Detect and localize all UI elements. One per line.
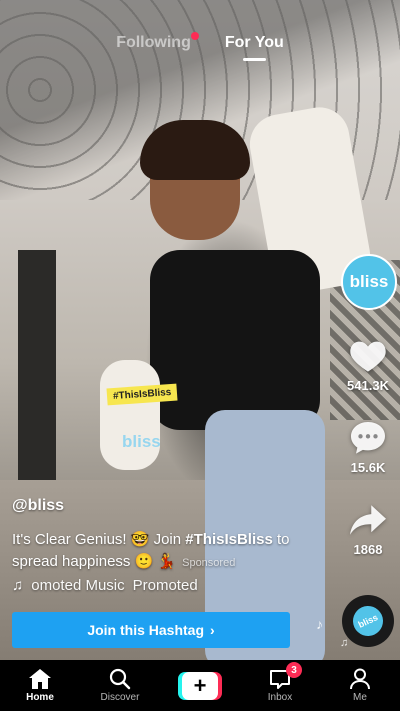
share-button[interactable]: 1868 — [340, 502, 396, 557]
tab-for-you-label: For You — [224, 34, 284, 51]
share-count: 1868 — [353, 542, 383, 557]
inbox-badge: 3 — [286, 662, 302, 678]
profile-icon — [350, 668, 370, 690]
join-hashtag-label: Join this Hashtag — [87, 622, 204, 638]
heart-icon — [350, 341, 386, 372]
brand-watermark: bliss — [122, 432, 161, 451]
join-hashtag-button[interactable]: Join this Hashtag › — [12, 612, 290, 648]
like-count: 541.3K — [347, 378, 389, 393]
nav-create[interactable]: + — [160, 660, 240, 711]
create-video-button[interactable]: + — [178, 671, 222, 700]
nav-inbox[interactable]: 3 Inbox — [240, 660, 320, 711]
creator-avatar[interactable]: bliss — [341, 254, 397, 310]
like-button[interactable]: 541.3K — [340, 336, 396, 393]
nav-home[interactable]: Home — [0, 660, 80, 711]
nav-me-label: Me — [353, 692, 367, 703]
nav-discover-label: Discover — [100, 692, 140, 703]
active-tab-indicator — [242, 58, 266, 61]
share-arrow-icon — [350, 505, 386, 535]
search-icon — [109, 668, 131, 690]
feed-tabs: Following For You — [0, 32, 400, 61]
video-caption: @bliss It's Clear Genius! 🤓 Join #ThisIs… — [12, 497, 332, 574]
music-promoted: Promoted — [132, 577, 198, 594]
home-icon — [29, 669, 51, 689]
music-note-icon: ♪ — [316, 616, 323, 632]
tab-following-label: Following — [116, 34, 191, 51]
caption-text: It's Clear Genius! 🤓 Join #ThisIsBliss t… — [12, 529, 332, 574]
music-disc-label: bliss — [348, 601, 388, 641]
new-content-dot — [190, 32, 199, 40]
nav-discover[interactable]: Discover — [80, 660, 160, 711]
tab-following[interactable]: Following — [116, 32, 199, 52]
music-row[interactable]: ♫ omoted Music Promoted — [12, 577, 198, 594]
caption-text-start: It's Clear Genius! 🤓 Join — [12, 531, 186, 548]
avatar-text: bliss — [349, 272, 389, 291]
comment-bubble-icon — [351, 422, 385, 454]
creator-handle[interactable]: @bliss — [12, 497, 332, 515]
music-title: omoted Music — [31, 577, 125, 594]
music-note-icon: ♫ — [12, 577, 24, 594]
chevron-right-icon: › — [210, 622, 215, 638]
nav-me[interactable]: Me — [320, 660, 400, 711]
music-note-icon: ♫ — [340, 637, 349, 649]
comment-button[interactable]: 15.6K — [340, 418, 396, 475]
sponsored-label: Sponsored — [182, 557, 236, 569]
tab-for-you[interactable]: For You — [224, 34, 284, 61]
plus-icon: + — [182, 671, 218, 700]
music-disc[interactable]: bliss — [342, 595, 394, 647]
bottom-navigation: Home Discover + 3 Inbox Me — [0, 660, 400, 711]
comment-count: 15.6K — [350, 460, 386, 475]
nav-inbox-label: Inbox — [267, 692, 293, 703]
nav-home-label: Home — [26, 692, 54, 703]
doorway — [18, 250, 56, 480]
caption-hashtag[interactable]: #ThisIsBliss — [185, 531, 273, 548]
